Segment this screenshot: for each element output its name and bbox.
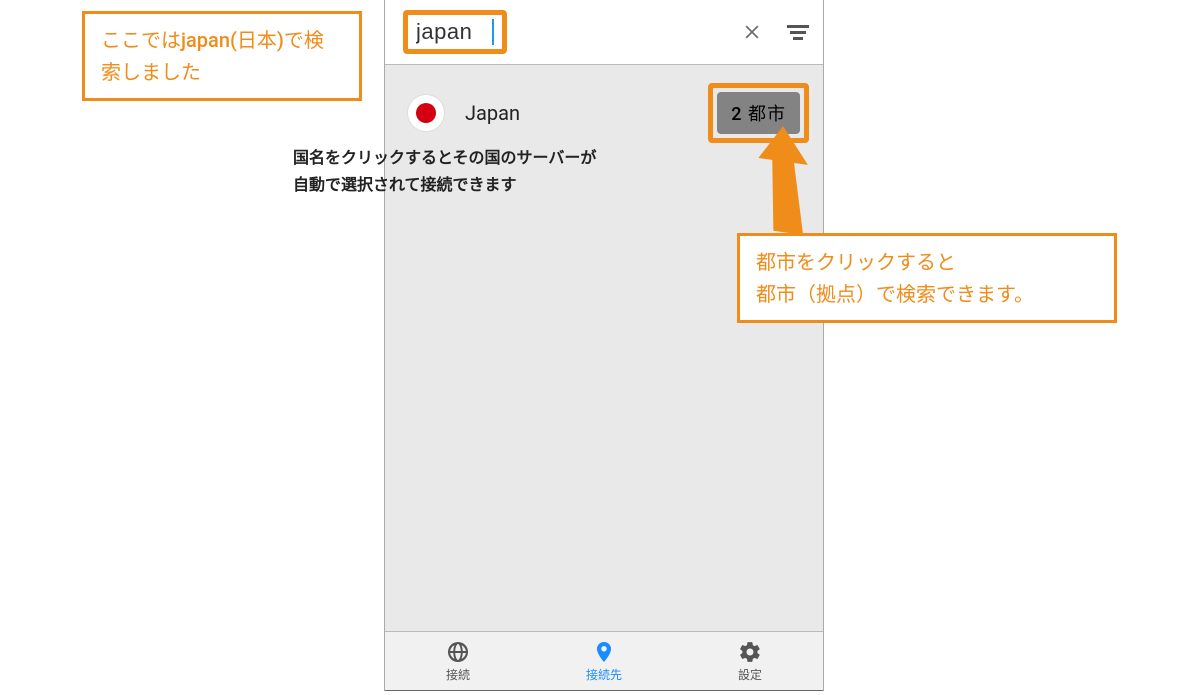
instruction-overlay: 国名をクリックするとその国のサーバーが 自動で選択されて接続できます [293, 144, 596, 198]
close-icon [742, 22, 762, 42]
nav-destinations[interactable]: 接続先 [531, 640, 677, 683]
globe-icon [446, 640, 470, 664]
japan-flag-icon [407, 94, 445, 132]
instruction-line: 自動で選択されて接続できます [293, 171, 596, 198]
nav-label: 設定 [738, 666, 762, 683]
nav-settings[interactable]: 設定 [677, 640, 823, 683]
app-screen: Japan 2 都市 接続 接続先 設定 [384, 0, 824, 691]
nav-label: 接続 [446, 666, 470, 683]
annotation-search-hint: ここではjapan(日本)で検索しました [82, 11, 362, 101]
nav-connect[interactable]: 接続 [385, 640, 531, 683]
country-name-label: Japan [465, 101, 688, 125]
sort-icon [787, 25, 809, 28]
annotation-text: ここではjapan(日本)で検索しました [101, 28, 324, 84]
instruction-line: 国名をクリックするとその国のサーバーが [293, 144, 596, 171]
location-pin-icon [592, 640, 616, 664]
search-input[interactable] [416, 19, 494, 45]
annotation-text-line: 都市をクリックすると [756, 246, 1098, 278]
search-highlight-frame [403, 10, 507, 54]
search-bar [385, 0, 823, 65]
annotation-text-line: 都市（拠点）で検索できます。 [756, 278, 1098, 310]
city-count-button[interactable]: 2 都市 [717, 92, 800, 134]
nav-label: 接続先 [586, 666, 622, 683]
clear-search-button[interactable] [741, 21, 763, 43]
gear-icon [738, 640, 762, 664]
sort-button[interactable] [785, 19, 811, 45]
city-button-highlight-frame: 2 都市 [708, 83, 809, 143]
annotation-city-hint: 都市をクリックすると 都市（拠点）で検索できます。 [737, 233, 1117, 323]
bottom-nav: 接続 接続先 設定 [385, 631, 823, 691]
